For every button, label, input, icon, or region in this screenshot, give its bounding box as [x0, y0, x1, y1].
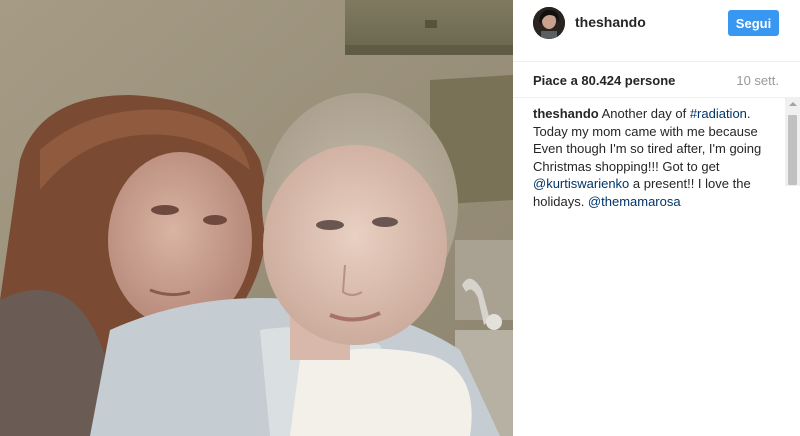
- caption-text-1: Another day of: [598, 106, 690, 121]
- mention-link-kurtiswarienko[interactable]: @kurtiswarienko: [533, 176, 629, 191]
- instagram-post: theshando Segui Piace a 80.424 persone 1…: [0, 0, 800, 436]
- hashtag-link[interactable]: #radiation: [690, 106, 747, 121]
- comments-section: theshando Another day of #radiation. Tod…: [513, 98, 800, 436]
- post-timestamp[interactable]: 10 sett.: [736, 73, 779, 88]
- photo-illustration: [0, 0, 513, 436]
- avatar[interactable]: [533, 7, 565, 39]
- post-photo[interactable]: [0, 0, 513, 436]
- username-link[interactable]: theshando: [575, 14, 646, 30]
- likes-count[interactable]: Piace a 80.424 persone: [533, 73, 675, 88]
- post-caption: theshando Another day of #radiation. Tod…: [533, 105, 781, 210]
- comments-scrollbar[interactable]: [785, 98, 800, 186]
- follow-button[interactable]: Segui: [728, 10, 779, 36]
- avatar-image: [533, 7, 565, 39]
- post-header: theshando Segui: [513, 0, 800, 62]
- scrollbar-thumb[interactable]: [788, 115, 797, 185]
- mention-link-themamarosa[interactable]: @themamarosa: [588, 194, 681, 209]
- post-meta: Piace a 80.424 persone 10 sett.: [513, 62, 800, 98]
- scroll-up-arrow-icon[interactable]: [789, 102, 797, 106]
- post-details-panel: theshando Segui Piace a 80.424 persone 1…: [513, 0, 800, 436]
- caption-username-link[interactable]: theshando: [533, 106, 599, 121]
